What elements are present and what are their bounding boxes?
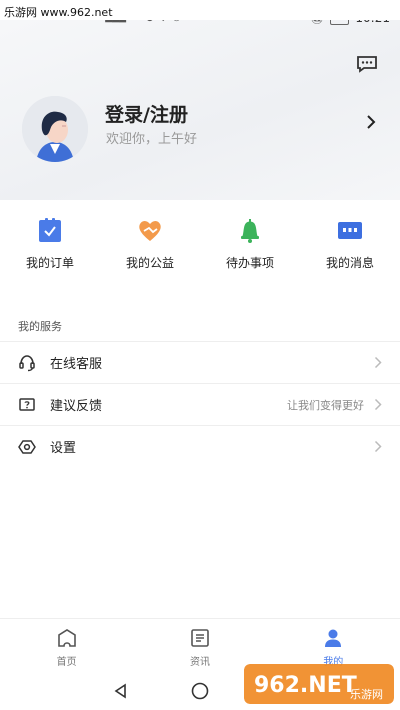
site-watermark-text: 乐游网 www.962.net bbox=[4, 6, 113, 19]
order-icon bbox=[39, 218, 61, 242]
chevron-right-icon bbox=[374, 356, 382, 369]
back-icon[interactable] bbox=[112, 682, 130, 700]
quick-action-orders[interactable]: 我的订单 bbox=[0, 212, 100, 282]
list-item-label: 在线客服 bbox=[50, 357, 103, 372]
brand-watermark-logo: 962.NET 乐游网 bbox=[244, 664, 394, 704]
avatar[interactable] bbox=[22, 96, 88, 162]
headset-icon bbox=[19, 354, 35, 371]
avatar-illustration bbox=[22, 96, 88, 162]
list-item-settings[interactable]: 设置 bbox=[0, 425, 400, 467]
quick-action-todo[interactable]: 待办事项 bbox=[200, 212, 300, 282]
home-button-icon[interactable] bbox=[190, 681, 210, 701]
chevron-right-icon bbox=[374, 398, 382, 411]
quick-action-label: 我的订单 bbox=[25, 256, 74, 270]
svg-text:962.NET: 962.NET bbox=[254, 673, 357, 698]
greeting-text: 欢迎你，上午好 bbox=[106, 132, 198, 147]
feedback-icon bbox=[19, 397, 35, 411]
svg-text:乐游网: 乐游网 bbox=[350, 688, 383, 701]
quick-action-charity[interactable]: 我的公益 bbox=[100, 212, 200, 282]
chevron-right-icon bbox=[374, 440, 382, 453]
quick-action-label: 我的消息 bbox=[325, 256, 374, 270]
chevron-right-icon[interactable] bbox=[366, 114, 376, 130]
list-item-online-service[interactable]: 在线客服 bbox=[0, 341, 400, 383]
list-item-hint: 让我们变得更好 bbox=[287, 398, 364, 412]
settings-icon bbox=[18, 439, 36, 454]
person-icon bbox=[325, 629, 342, 647]
tab-home[interactable]: 首页 bbox=[0, 619, 133, 672]
tab-label: 资讯 bbox=[189, 657, 210, 668]
tab-label: 首页 bbox=[56, 657, 77, 668]
chat-icon[interactable] bbox=[356, 55, 378, 73]
list-item-label: 建议反馈 bbox=[50, 399, 103, 414]
site-watermark: 乐游网 www.962.net bbox=[0, 0, 400, 20]
quick-action-label: 待办事项 bbox=[225, 256, 274, 270]
login-register-link[interactable]: 登录/注册 bbox=[105, 100, 188, 127]
services-list: 在线客服 建议反馈 让我们变得更好 设置 bbox=[0, 341, 400, 467]
list-item-label: 设置 bbox=[50, 441, 77, 456]
list-item-feedback[interactable]: 建议反馈 让我们变得更好 bbox=[0, 383, 400, 425]
quick-actions: 我的订单 我的公益 待办事项 我的消息 bbox=[0, 212, 400, 282]
heart-icon bbox=[139, 221, 161, 241]
news-icon bbox=[191, 629, 209, 647]
bell-icon bbox=[241, 219, 259, 243]
quick-action-label: 我的公益 bbox=[125, 256, 174, 270]
quick-action-messages[interactable]: 我的消息 bbox=[300, 212, 400, 282]
services-section-title: 我的服务 bbox=[18, 320, 62, 333]
home-icon bbox=[57, 629, 76, 647]
message-icon bbox=[338, 222, 362, 239]
